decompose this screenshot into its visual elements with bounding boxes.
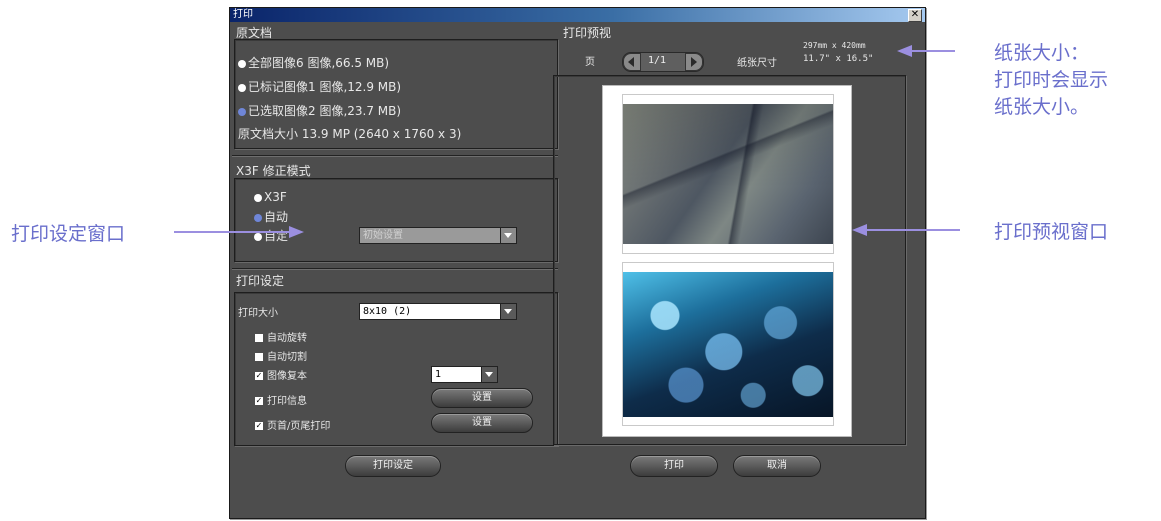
callout-line: 打印时会显示 <box>994 69 1109 91</box>
callout-print-settings-window: 打印设定窗口 <box>11 223 126 245</box>
callout-line: 纸张大小。 <box>994 96 1090 118</box>
arrowhead-icon <box>289 226 304 238</box>
callout-line: 纸张大小： <box>994 42 1090 64</box>
arrowhead-icon <box>897 45 912 57</box>
callout-print-preview-window: 打印预视窗口 <box>994 221 1109 243</box>
arrowhead-icon <box>852 224 867 236</box>
callout-paper-size: 纸张大小： 打印时会显示 纸张大小。 <box>994 38 1108 119</box>
annotation-arrows <box>174 45 960 238</box>
